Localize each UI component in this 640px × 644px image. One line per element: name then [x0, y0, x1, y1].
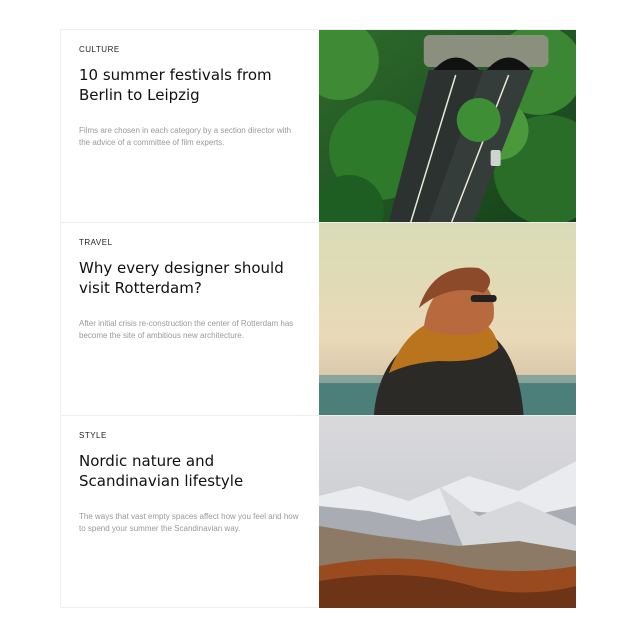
article-description: Films are chosen in each category by a s… — [79, 126, 292, 147]
article-card[interactable]: Travel Why every designer should visit R… — [60, 222, 576, 415]
article-card[interactable]: Style Nordic nature and Scandinavian lif… — [60, 415, 576, 608]
article-title[interactable]: Why every designer should visit Rotterda… — [79, 258, 301, 298]
article-text: Style Nordic nature and Scandinavian lif… — [61, 416, 319, 607]
article-title[interactable]: 10 summer festivals from Berlin to Leipz… — [79, 65, 301, 105]
snowy-mountain-valley-photo[interactable] — [318, 416, 576, 608]
article-text: Travel Why every designer should visit R… — [61, 223, 319, 415]
article-text: Culture 10 summer festivals from Berlin … — [61, 30, 319, 222]
article-category[interactable]: Culture — [79, 45, 301, 54]
article-card[interactable]: Culture 10 summer festivals from Berlin … — [60, 29, 576, 222]
article-list: Culture 10 summer festivals from Berlin … — [60, 29, 576, 608]
article-category[interactable]: Style — [79, 431, 301, 440]
forest-tunnel-road-photo[interactable] — [318, 30, 576, 222]
article-description: After initial crisis re-construction the… — [79, 319, 294, 340]
article-description: The ways that vast empty spaces affect h… — [79, 512, 299, 533]
article-category[interactable]: Travel — [79, 238, 301, 247]
article-title[interactable]: Nordic nature and Scandinavian lifestyle — [79, 451, 301, 491]
person-scarf-sea-photo[interactable] — [318, 223, 576, 415]
